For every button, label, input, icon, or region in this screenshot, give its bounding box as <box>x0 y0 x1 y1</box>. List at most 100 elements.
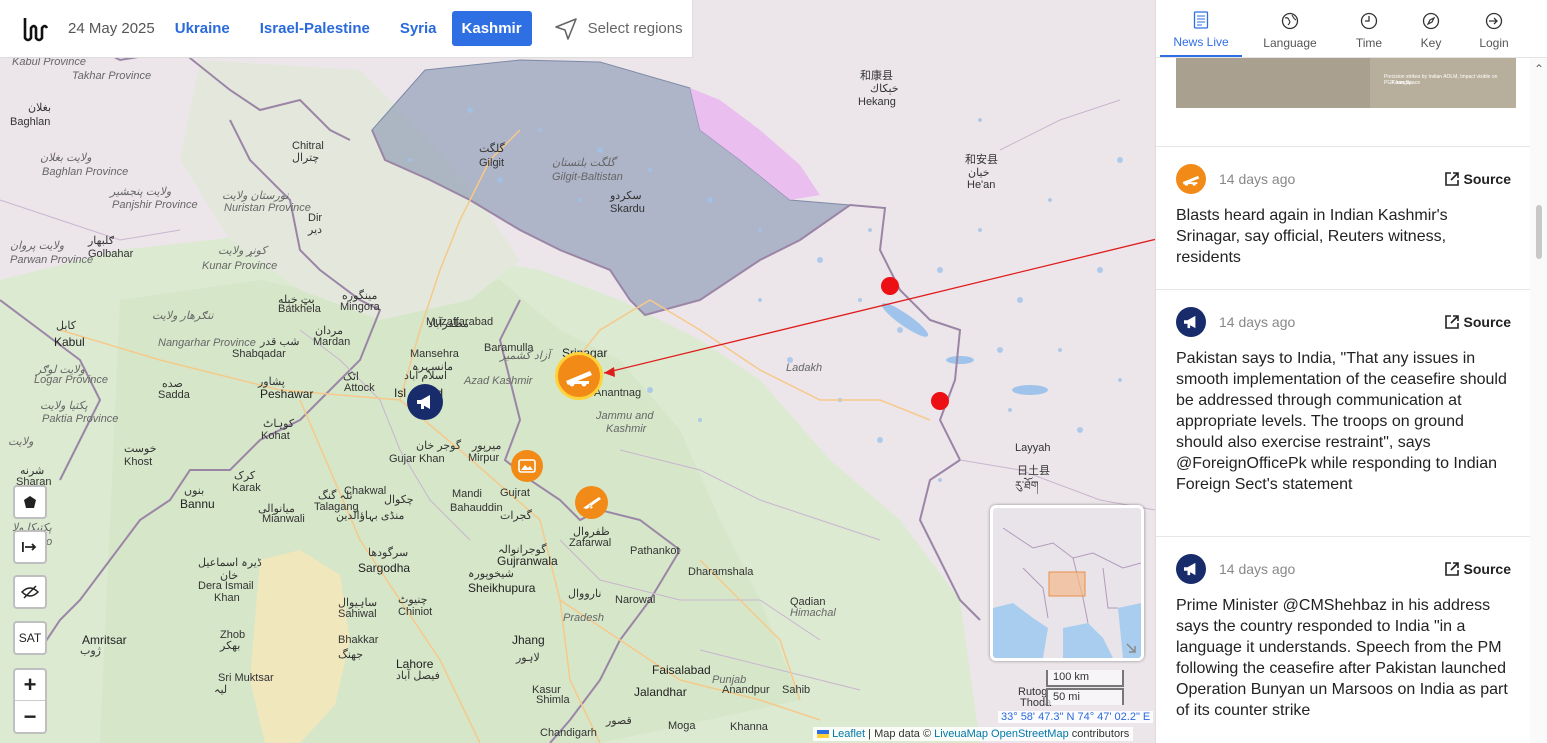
nav-label: News Live <box>1173 34 1229 49</box>
map-label: کابل <box>56 320 76 332</box>
map-label: Gilgit <box>479 157 505 169</box>
feed-image-label: Kawa Space <box>1391 80 1420 86</box>
map-label: ظفروال <box>573 526 610 538</box>
nav-label: Time <box>1355 35 1383 50</box>
map-label: Gujrat <box>500 487 530 499</box>
map-label: نورستان ولایت <box>222 190 289 202</box>
external-link-icon <box>1444 315 1459 329</box>
map-label: རུ་ཐོག <box>1015 480 1039 492</box>
photo-icon <box>518 459 536 473</box>
source-link[interactable]: Source <box>1444 561 1511 577</box>
source-link[interactable]: Source <box>1444 314 1511 330</box>
scroll-thumb[interactable] <box>1536 205 1542 259</box>
map-label: نارووال <box>568 588 602 600</box>
map-label: ولایت <box>8 436 34 448</box>
attribution-sep: | Map data © <box>865 728 935 740</box>
map-label: Kunar Province <box>202 260 278 272</box>
map-label: Sahib <box>782 684 811 696</box>
map-label: شیخوپورہ <box>468 568 514 580</box>
nav-news-live[interactable]: News Live <box>1160 0 1242 57</box>
nav-label: Key <box>1420 35 1442 50</box>
feed-item[interactable]: 14 days ago Source Blasts heard again in… <box>1156 146 1531 289</box>
minimap-map <box>993 508 1141 658</box>
map-label: چترال <box>292 152 320 164</box>
leaflet-link[interactable]: Leaflet <box>832 728 865 740</box>
map-label: Anandpur <box>722 684 770 696</box>
map-label: Bhakkar <box>338 634 379 646</box>
map-label: گجرات <box>500 510 532 522</box>
megaphone-icon <box>417 395 430 409</box>
feed-image[interactable]: Precision strikes by Indian AOLM, Impact… <box>1176 58 1516 108</box>
osm-link[interactable]: OpenStreetMap <box>991 728 1069 740</box>
source-label: Source <box>1463 561 1511 577</box>
megaphone-marker[interactable] <box>407 384 443 420</box>
map-label: Khost <box>124 456 153 468</box>
zoom-out-button[interactable]: − <box>15 701 45 732</box>
map-label: خوست <box>124 443 157 455</box>
map-label: Shabqadar <box>232 348 286 360</box>
nav-login[interactable]: Login <box>1462 0 1526 57</box>
feed-item-icon <box>1176 554 1206 584</box>
feed-item-time: 14 days ago <box>1219 561 1296 577</box>
provider-link[interactable]: LiveuaMap <box>934 728 988 740</box>
minimap[interactable] <box>990 505 1144 661</box>
hide-markers-button[interactable] <box>13 575 47 609</box>
feed-spacer <box>1156 108 1531 146</box>
tab-israel-palestine[interactable]: Israel-Palestine <box>260 20 370 37</box>
map-label: لیہ <box>214 684 228 696</box>
map-label: فیصل آباد <box>396 670 440 682</box>
measure-button[interactable] <box>13 530 47 564</box>
feed-item[interactable]: 14 days ago Source Prime Minister @CMShe… <box>1156 536 1531 721</box>
source-link[interactable]: Source <box>1444 171 1511 187</box>
nav-language[interactable]: Language <box>1242 0 1338 57</box>
select-regions-button[interactable]: Select regions <box>554 17 683 41</box>
map-label: Golbahar <box>88 248 134 260</box>
map-label: Chiniot <box>398 606 433 618</box>
map-label: خېكاك <box>870 83 899 95</box>
expand-icon[interactable] <box>1125 642 1137 654</box>
map-label: ولایت پروان <box>10 240 65 252</box>
map-label: خيان <box>968 167 990 179</box>
draw-polygon-button[interactable] <box>13 485 47 519</box>
map-label: Azad Kashmir <box>464 375 533 387</box>
panel-nav: News Live Language Time Key Login <box>1156 0 1547 58</box>
logo-icon[interactable] <box>22 14 48 44</box>
map-label: Chandigarh <box>540 727 597 739</box>
map-label: Jalandhar <box>634 685 687 699</box>
map-label: Mingora <box>340 301 380 313</box>
photo-marker[interactable] <box>511 450 543 482</box>
globe-icon <box>1281 12 1299 29</box>
map-label: Himachal <box>790 607 836 619</box>
arrow-right-bar-icon <box>22 542 37 552</box>
map-label: Zafarwal <box>569 537 612 549</box>
tab-kashmir[interactable]: Kashmir <box>451 11 532 46</box>
feed-item[interactable]: 14 days ago Source Pakistan says to Indi… <box>1156 289 1531 536</box>
feed-scrollbar[interactable] <box>1530 58 1547 743</box>
scroll-up-icon[interactable]: ⌃ <box>1534 62 1544 76</box>
navigation-arrow-icon <box>554 17 577 40</box>
map-label: لاہور <box>516 652 540 664</box>
current-date[interactable]: 24 May 2025 <box>68 20 155 37</box>
map[interactable]: Kabul Province Takhar Province Baghlan بغلا… <box>0 0 1155 743</box>
megaphone-icon <box>1184 315 1196 329</box>
feed-item-time: 14 days ago <box>1219 314 1296 330</box>
map-label: گوجر خان <box>416 440 462 452</box>
map-attribution: Leaflet | Map data © LiveuaMap OpenStree… <box>813 727 1134 741</box>
zoom-in-button[interactable]: + <box>15 670 45 701</box>
compass-icon <box>1422 12 1440 29</box>
rocket-launcher-marker[interactable] <box>555 352 603 400</box>
feed-item-text: Prime Minister @CMShehbaz in his address… <box>1176 597 1508 719</box>
map-label: گلگت <box>479 143 505 155</box>
map-label: Batkhela <box>278 303 321 315</box>
tab-ukraine[interactable]: Ukraine <box>175 20 230 37</box>
nav-time[interactable]: Time <box>1338 0 1400 57</box>
tab-syria[interactable]: Syria <box>400 20 437 37</box>
news-feed[interactable]: Precision strikes by Indian AOLM, Impact… <box>1156 58 1531 743</box>
feed-item-icon <box>1176 164 1206 194</box>
satellite-toggle-button[interactable]: SAT <box>13 621 47 655</box>
map-label: Mirpur <box>468 452 500 464</box>
map-label: کرک <box>234 470 256 482</box>
map-label: Pradesh <box>563 612 604 624</box>
gun-marker[interactable] <box>575 486 608 519</box>
nav-key[interactable]: Key <box>1400 0 1462 57</box>
